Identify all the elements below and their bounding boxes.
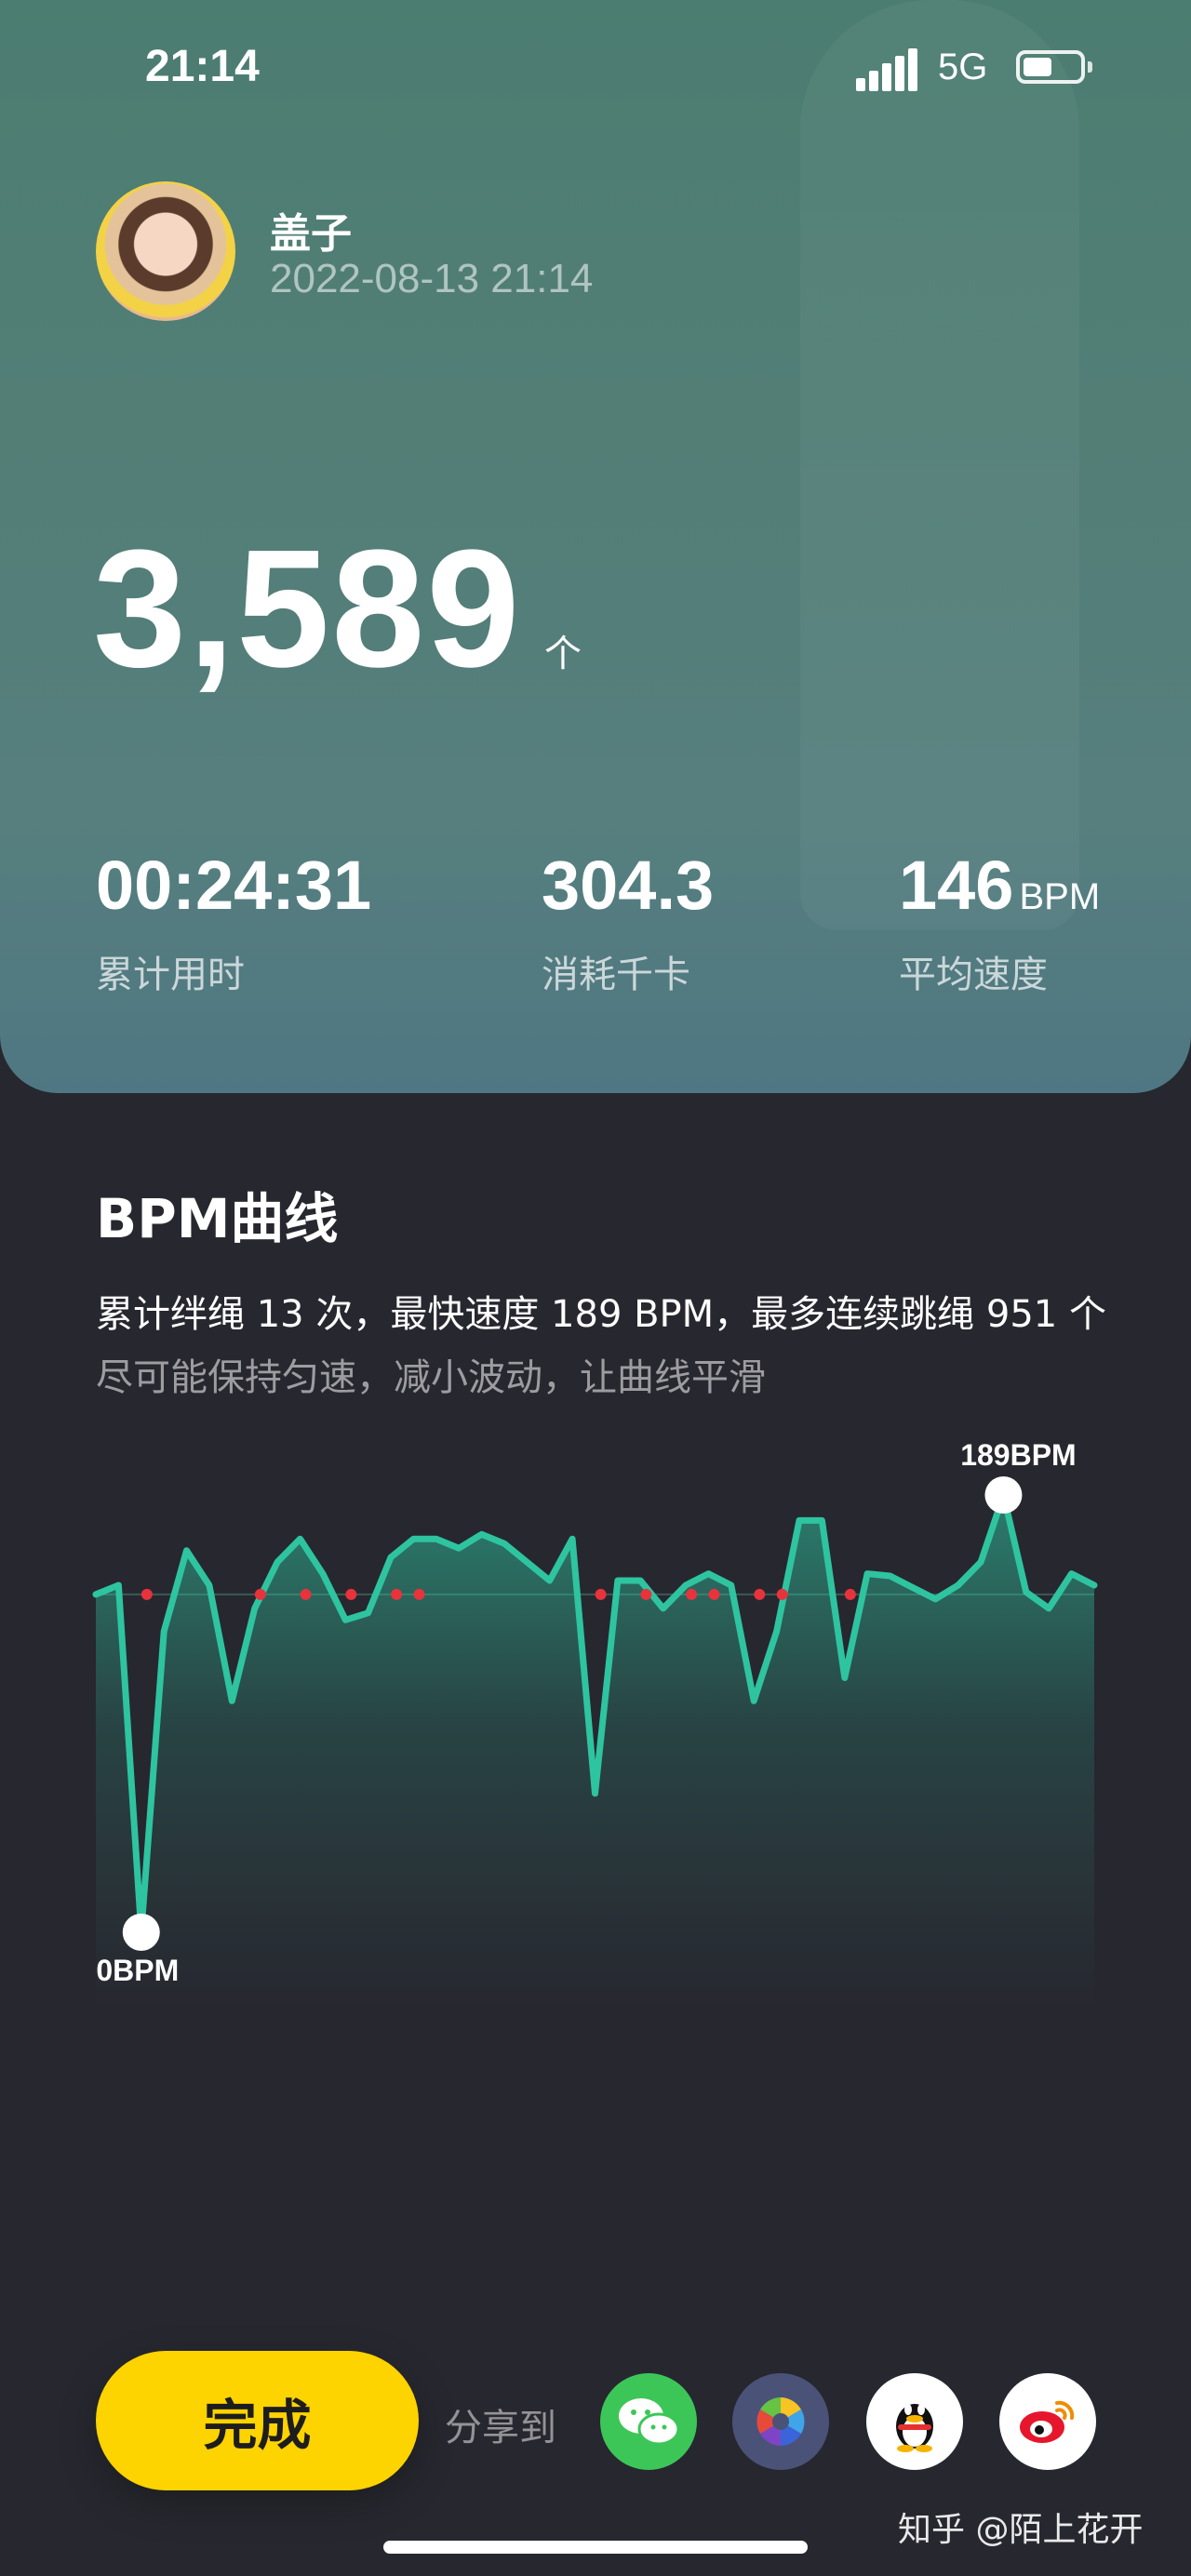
signal-icon [856,48,917,91]
bpm-unit: BPM [1019,876,1101,917]
bpm-chart: 189BPM 0BPM [92,1438,1098,2009]
share-weibo-button[interactable] [999,2373,1096,2470]
avg-speed-value: 146 BPM [899,847,1101,924]
trip-marker [776,1588,788,1600]
duration-label: 累计用时 [96,954,245,996]
home-indicator[interactable] [383,2541,808,2554]
network-type: 5G [938,47,988,87]
min-point [122,1914,160,1951]
bpm-tip: 尽可能保持匀速，减小波动，让曲线平滑 [96,1356,766,1399]
trip-marker [345,1588,357,1600]
calories-label: 消耗千卡 [542,954,690,996]
share-moments-button[interactable] [732,2373,829,2470]
jump-count: 3,589 [93,515,522,702]
moments-icon [756,2397,805,2446]
duration-value: 00:24:31 [96,847,372,924]
max-point [984,1476,1023,1514]
share-qq-button[interactable] [866,2373,963,2470]
bpm-summary: 累计绊绳 13 次，最快速度 189 BPM，最多连续跳绳 951 个 [96,1293,1106,1336]
share-label: 分享到 [445,2407,556,2449]
wechat-icon [619,2398,680,2446]
bpm-area [96,1495,1094,2009]
trip-marker [413,1588,425,1600]
battery-icon [1016,50,1092,84]
share-wechat-button[interactable] [600,2373,697,2470]
trip-marker [754,1588,766,1600]
min-label: 0BPM [96,1954,179,1987]
trip-marker [141,1588,153,1600]
qq-icon [896,2404,933,2452]
done-button[interactable]: 完成 [96,2351,419,2490]
trip-marker [844,1588,856,1600]
calories-value: 304.3 [542,847,715,924]
background-photo [800,0,1079,930]
avg-speed-label: 平均速度 [899,954,1048,996]
trip-marker [686,1588,698,1600]
watermark: 知乎 @陌上花开 [898,2511,1144,2549]
max-label: 189BPM [960,1438,1077,1472]
status-time: 21:14 [145,42,260,91]
trip-marker [708,1588,720,1600]
avatar[interactable] [96,181,235,321]
trip-marker [254,1588,266,1600]
trip-marker [640,1588,652,1600]
trip-marker [595,1588,607,1600]
trip-marker [300,1588,312,1600]
workout-datetime: 2022-08-13 21:14 [270,256,594,301]
bpm-section-title: BPM曲线 [96,1187,339,1250]
weibo-icon [1020,2400,1075,2443]
summary-card: 21:14 5G 盖子 2022-08-13 21:14 3,589 个 00:… [0,0,1191,1093]
jump-count-unit: 个 [544,633,582,675]
user-name: 盖子 [270,210,352,258]
status-bar: 21:14 5G [0,0,1191,140]
trip-marker [391,1588,403,1600]
